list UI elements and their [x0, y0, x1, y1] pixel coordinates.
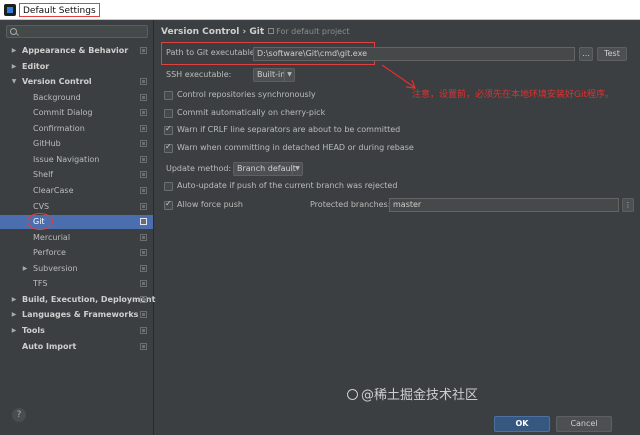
sidebar-item-perforce[interactable]: Perforce: [0, 246, 153, 260]
warn-crlf-checkbox[interactable]: [164, 124, 173, 135]
cancel-button[interactable]: Cancel: [556, 416, 612, 432]
settings-sidebar: ▶ Appearance & Behavior ▶ Editor ▼ Versi…: [0, 20, 156, 435]
chevron-right-icon[interactable]: ▶: [10, 60, 18, 74]
project-scope-icon: [140, 187, 147, 194]
path-to-git-label: Path to Git executable:: [166, 48, 258, 57]
project-scope-icon: [140, 109, 147, 116]
project-scope-icon: [140, 343, 147, 350]
project-scope-icon: [140, 94, 147, 101]
sidebar-item-cvs[interactable]: CVS: [0, 200, 153, 214]
project-scope-icon: [140, 218, 147, 225]
highlight-circle: [27, 213, 53, 230]
sidebar-item-version-control[interactable]: ▼ Version Control: [0, 75, 153, 89]
help-icon[interactable]: ?: [12, 408, 26, 422]
window-title: Default Settings: [19, 3, 100, 17]
warn-detached-head-checkbox[interactable]: [164, 142, 173, 153]
install-git-note: 注意，设置前，必须先在本地环境安装好Git程序。: [412, 90, 615, 100]
protected-branches-input[interactable]: master: [389, 198, 619, 212]
update-method-label: Update method:: [166, 164, 232, 173]
sidebar-item-background[interactable]: Background: [0, 91, 153, 105]
sidebar-item-shelf[interactable]: Shelf: [0, 168, 153, 182]
settings-search-input[interactable]: [6, 25, 148, 38]
sidebar-item-subversion[interactable]: ▶ Subversion: [0, 262, 153, 276]
project-scope-icon: [140, 203, 147, 210]
intellij-app-icon: [4, 4, 16, 16]
watermark: @稀土掘金技术社区: [347, 384, 478, 403]
project-scope-icon: [140, 249, 147, 256]
project-scope-icon: [140, 296, 147, 303]
sidebar-item-clearcase[interactable]: ClearCase: [0, 184, 153, 198]
project-scope-icon: [140, 156, 147, 163]
sidebar-item-tools[interactable]: ▶ Tools: [0, 324, 153, 338]
project-scope-icon: [268, 28, 275, 34]
chevron-down-icon: ▼: [284, 69, 294, 81]
chevron-right-icon[interactable]: ▶: [10, 308, 18, 322]
sidebar-item-languages-frameworks[interactable]: ▶ Languages & Frameworks: [0, 308, 153, 322]
chevron-down-icon: ▼: [292, 163, 302, 175]
chevron-right-icon[interactable]: ▶: [10, 324, 18, 338]
update-method-select[interactable]: Branch default ▼: [233, 162, 303, 176]
sidebar-item-issue-navigation[interactable]: Issue Navigation: [0, 153, 153, 167]
browse-button[interactable]: ...: [579, 47, 593, 61]
ok-button[interactable]: OK: [494, 416, 550, 432]
test-button[interactable]: Test: [597, 47, 627, 61]
chevron-right-icon[interactable]: ▶: [10, 293, 18, 307]
allow-force-push-checkbox[interactable]: [164, 199, 173, 210]
title-bar: Default Settings: [0, 0, 640, 20]
sidebar-item-tfs[interactable]: TFS: [0, 277, 153, 291]
edit-branches-icon[interactable]: ⋮: [622, 198, 634, 212]
ssh-executable-select[interactable]: Built-in ▼: [253, 68, 295, 82]
git-settings-panel: Version Control › Git For default project…: [155, 20, 640, 435]
sidebar-item-confirmation[interactable]: Confirmation: [0, 122, 153, 136]
commit-cherry-pick-checkbox[interactable]: [164, 109, 173, 118]
search-icon: [10, 28, 17, 35]
project-scope-icon: [140, 234, 147, 241]
project-scope-icon: [140, 171, 147, 178]
project-scope-icon: [140, 78, 147, 85]
auto-update-checkbox[interactable]: [164, 182, 173, 191]
chevron-down-icon[interactable]: ▼: [10, 75, 18, 89]
project-scope-icon: [140, 125, 147, 132]
protected-branches-label: Protected branches:: [310, 200, 391, 209]
ssh-executable-label: SSH executable:: [166, 70, 232, 79]
sidebar-item-appearance-behavior[interactable]: ▶ Appearance & Behavior: [0, 44, 153, 58]
project-scope-icon: [140, 311, 147, 318]
control-repositories-checkbox[interactable]: [164, 91, 173, 100]
sidebar-item-auto-import[interactable]: Auto Import: [0, 340, 153, 354]
sidebar-item-build-execution-deployment[interactable]: ▶ Build, Execution, Deployment: [0, 293, 156, 307]
project-scope-icon: [140, 47, 147, 54]
sidebar-item-github[interactable]: GitHub: [0, 137, 153, 151]
project-scope-icon: [140, 265, 147, 272]
project-scope-icon: [140, 327, 147, 334]
sidebar-item-mercurial[interactable]: Mercurial: [0, 231, 153, 245]
sidebar-item-git[interactable]: Git: [0, 213, 153, 230]
sidebar-item-editor[interactable]: ▶ Editor: [0, 60, 153, 74]
project-scope-icon: [140, 140, 147, 147]
breadcrumb: Version Control › Git For default project: [161, 27, 350, 37]
chevron-right-icon[interactable]: ▶: [21, 262, 29, 276]
chevron-right-icon[interactable]: ▶: [10, 44, 18, 58]
juejin-logo-icon: [347, 389, 358, 400]
sidebar-item-commit-dialog[interactable]: Commit Dialog: [0, 106, 153, 120]
project-scope-icon: [140, 280, 147, 287]
git-executable-path-input[interactable]: D:\software\Git\cmd\git.exe: [253, 47, 575, 61]
